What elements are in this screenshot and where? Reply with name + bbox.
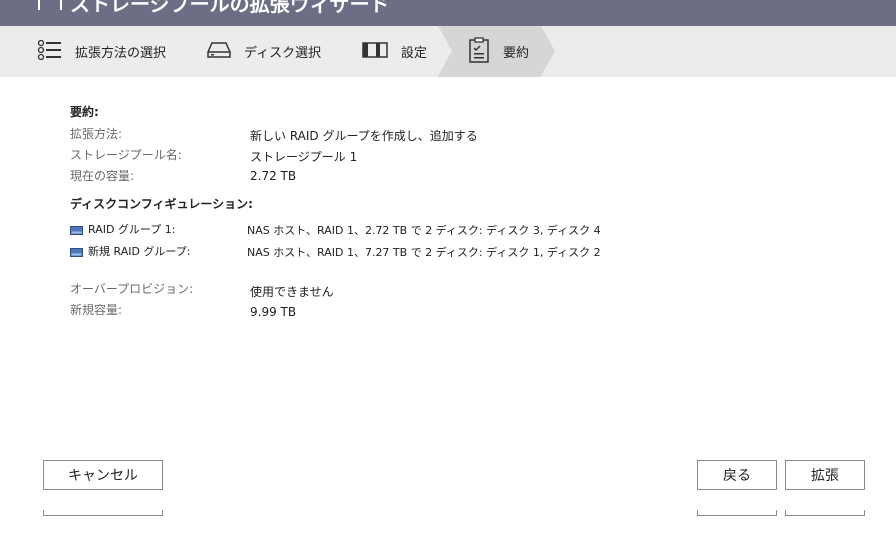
raid-group-label-text: 新規 RAID グループ: [88,245,191,258]
disk-icon [70,225,83,235]
cancel-button[interactable]: キャンセル [43,460,163,490]
new-raid-group-value: NAS ホスト、RAID 1、7.27 TB で 2 ディスク: ディスク 1,… [247,246,601,259]
title-bar: ストレージプールの拡張ウィザード [0,0,896,26]
raid-group-1-value: NAS ホスト、RAID 1、2.72 TB で 2 ディスク: ディスク 3,… [247,224,601,237]
window-title: ストレージプールの拡張ウィザード [70,0,390,16]
step-select-method[interactable]: 拡張方法の選択 [37,26,166,77]
title-bar-divider [38,0,40,10]
button-shadow [785,510,865,516]
disk-icon [70,247,83,257]
button-shadow [697,510,777,516]
title-bar-divider [60,0,62,10]
pool-name-label: ストレージプール名: [70,148,182,162]
new-capacity-value: 9.99 TB [250,305,297,319]
back-button[interactable]: 戻る [697,460,777,490]
step-select-disk[interactable]: ディスク選択 [207,26,321,77]
disk-drive-icon [207,41,231,63]
disk-config-heading: ディスクコンフィギュレーション: [70,197,253,211]
expand-method-value: 新しい RAID グループを作成し、追加する [250,129,478,143]
step-label: ディスク選択 [244,46,322,61]
raid-group-label-text: RAID グループ 1: [88,223,176,236]
step-label: 設定 [401,46,428,61]
settings-panel-icon [362,41,388,62]
expand-button[interactable]: 拡張 [785,460,865,490]
summary-heading: 要約: [70,105,99,119]
step-chevron-right [541,26,555,76]
current-capacity-value: 2.72 TB [250,169,297,183]
clipboard-check-icon [468,36,490,67]
pool-name-value: ストレージプール 1 [250,150,358,164]
button-shadow [43,510,163,516]
over-provision-label: オーバープロビジョン: [70,282,194,296]
raid-group-1-label: RAID グループ 1: [70,221,175,237]
step-chevron-left [438,26,452,76]
step-label: 拡張方法の選択 [75,46,167,61]
list-icon [37,39,62,64]
step-settings[interactable]: 設定 [362,26,427,77]
new-capacity-label: 新規容量: [70,303,123,317]
step-label: 要約 [503,46,530,61]
new-raid-group-label: 新規 RAID グループ: [70,243,190,259]
expand-method-label: 拡張方法: [70,127,123,141]
step-summary[interactable]: 要約 [468,26,529,77]
current-capacity-label: 現在の容量: [70,169,135,183]
over-provision-value: 使用できません [250,285,334,299]
wizard-steps: 拡張方法の選択 ディスク選択 設定 要約 [0,26,896,77]
